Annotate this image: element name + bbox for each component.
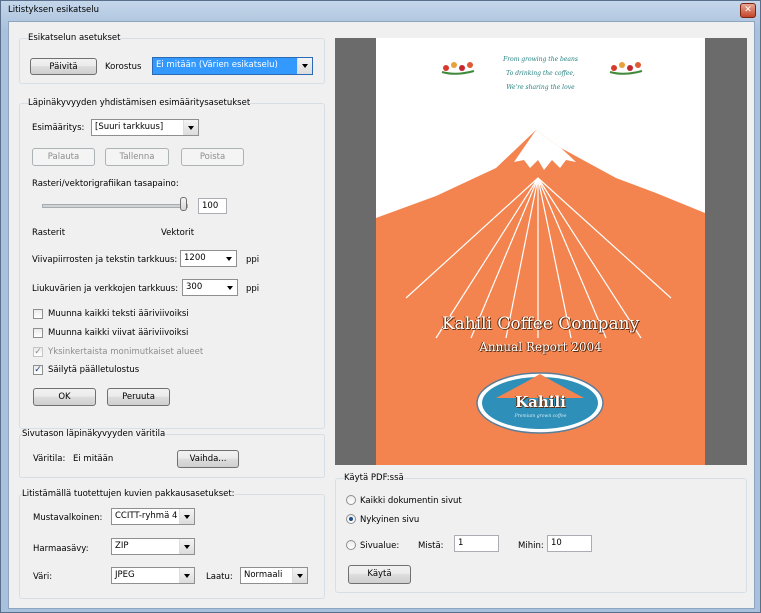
- from-page-input[interactable]: 1: [454, 535, 499, 552]
- ppi-unit-label: ppi: [246, 255, 260, 265]
- mono-compression-value: CCITT-ryhmä 4: [115, 511, 178, 521]
- to-label: Mihin:: [518, 541, 544, 551]
- title-bar[interactable]: Litistyksen esikatselu ✕: [1, 1, 760, 21]
- all-pages-radio[interactable]: [346, 495, 356, 505]
- quality-label: Laatu:: [206, 572, 233, 582]
- highlight-label: Korostus: [105, 62, 142, 72]
- vector-label: Vektorit: [161, 228, 195, 238]
- preserve-overprint-label: Säilytä päälletulostus: [48, 365, 140, 375]
- preset-dropdown[interactable]: [Suuri tarkkuus]: [91, 119, 199, 136]
- delete-preset-button[interactable]: Poista: [181, 148, 244, 166]
- convert-text-label: Muunna kaikki teksti ääriviivoiksi: [48, 309, 189, 319]
- balance-slider-track[interactable]: [42, 204, 188, 208]
- highlight-dropdown[interactable]: Ei mitään (Värien esikatselu): [152, 57, 313, 75]
- raster-label: Rasterit: [32, 228, 66, 238]
- preserve-overprint-checkbox[interactable]: ✓: [33, 365, 43, 375]
- balance-slider-thumb[interactable]: [180, 197, 187, 211]
- cancel-button[interactable]: Peruuta: [107, 388, 170, 406]
- convert-strokes-label: Muunna kaikki viivat ääriviivoiksi: [48, 328, 189, 338]
- gradient-resolution-label: Liukuvärien ja verkkojen tarkkuus:: [32, 284, 179, 294]
- apply-to-pdf-title: Käytä PDF:ssä: [344, 473, 404, 483]
- refresh-button[interactable]: Päivitä: [30, 58, 97, 75]
- simplify-regions-checkbox[interactable]: ✓: [33, 347, 43, 357]
- preview-settings-title: Esikatselun asetukset: [28, 33, 121, 43]
- colorspace-value: Ei mitään: [73, 454, 114, 464]
- presets-title: Läpinäkyvyyden yhdistämisen esimääritysa…: [28, 98, 251, 108]
- blending-space-title: Sivutason läpinäkyvyyden väritila: [22, 429, 166, 439]
- chevron-down-icon: [179, 539, 194, 554]
- chevron-down-icon: [297, 58, 312, 74]
- close-button[interactable]: ✕: [740, 3, 756, 18]
- compression-title: Litistämällä tuotettujen kuvien pakkausa…: [22, 489, 235, 499]
- gray-compression-value: ZIP: [115, 541, 129, 551]
- simplify-regions-label: Yksinkertaista monimutkaiset alueet: [48, 347, 204, 357]
- close-icon: ✕: [744, 5, 752, 15]
- current-page-radio[interactable]: [346, 514, 356, 524]
- all-pages-label: Kaikki dokumentin sivut: [360, 496, 462, 506]
- chevron-down-icon: [222, 251, 236, 266]
- gray-compression-label: Harmaasävy:: [33, 544, 89, 554]
- convert-text-checkbox[interactable]: [33, 309, 43, 319]
- color-compression-value: JPEG: [115, 570, 135, 580]
- company-name: Kahili Coffee Company: [441, 314, 640, 334]
- mono-compression-dropdown[interactable]: CCITT-ryhmä 4: [111, 508, 195, 525]
- logo-subtext: Premium grown coffee: [514, 414, 567, 419]
- logo-text: Kahili: [515, 393, 566, 411]
- page-range-radio[interactable]: [346, 540, 356, 550]
- flower-ornament-right: [609, 62, 643, 75]
- preset-value: [Suuri tarkkuus]: [95, 122, 164, 132]
- quality-value: Normaali: [244, 570, 283, 580]
- apply-button[interactable]: Käytä: [348, 565, 411, 584]
- page-range-label: Sivualue:: [360, 541, 400, 551]
- colorspace-label: Väritila:: [33, 454, 66, 464]
- gradient-resolution-dropdown[interactable]: 300: [182, 279, 238, 296]
- line-art-resolution-label: Viivapiirrosten ja tekstin tarkkuus:: [32, 255, 178, 265]
- color-compression-label: Väri:: [33, 572, 53, 582]
- chevron-down-icon: [179, 568, 194, 583]
- preset-label: Esimääritys:: [32, 123, 85, 133]
- flattener-preview-window: Litistyksen esikatselu ✕ Esikatselun ase…: [0, 0, 761, 613]
- chevron-down-icon: [179, 509, 194, 524]
- gray-compression-dropdown[interactable]: ZIP: [111, 538, 195, 555]
- highlight-value: Ei mitään (Värien esikatselu): [156, 60, 278, 70]
- preview-pane[interactable]: From growing the beans To drinking the c…: [335, 38, 747, 465]
- to-page-input[interactable]: 10: [547, 535, 592, 552]
- chevron-down-icon: [183, 120, 198, 135]
- ok-button[interactable]: OK: [33, 388, 96, 406]
- balance-input[interactable]: 100: [198, 198, 227, 214]
- mono-compression-label: Mustavalkoinen:: [33, 513, 103, 523]
- current-page-label: Nykyinen sivu: [360, 515, 420, 525]
- convert-strokes-checkbox[interactable]: [33, 328, 43, 338]
- save-preset-button[interactable]: Tallenna: [105, 148, 169, 166]
- flower-ornament-left: [441, 62, 475, 75]
- balance-label: Rasteri/vektorigrafiikan tasapaino:: [32, 179, 179, 189]
- color-compression-dropdown[interactable]: JPEG: [111, 567, 195, 584]
- line-art-resolution-value: 1200: [184, 253, 206, 263]
- ppi-unit-label: ppi: [246, 284, 260, 294]
- window-title: Litistyksen esikatselu: [8, 5, 99, 15]
- from-label: Mistä:: [418, 541, 444, 551]
- dialog-body: Esikatselun asetukset Päivitä Korostus E…: [8, 21, 755, 609]
- quality-dropdown[interactable]: Normaali: [240, 567, 308, 584]
- reset-button[interactable]: Palauta: [32, 148, 95, 166]
- change-colorspace-button[interactable]: Vaihda...: [177, 450, 239, 468]
- line-art-resolution-dropdown[interactable]: 1200: [180, 250, 237, 267]
- chevron-down-icon: [223, 280, 237, 295]
- chevron-down-icon: [292, 568, 307, 583]
- document-page-preview: From growing the beans To drinking the c…: [376, 38, 705, 465]
- gradient-resolution-value: 300: [186, 282, 203, 292]
- annual-report-title: Annual Report 2004: [479, 340, 602, 354]
